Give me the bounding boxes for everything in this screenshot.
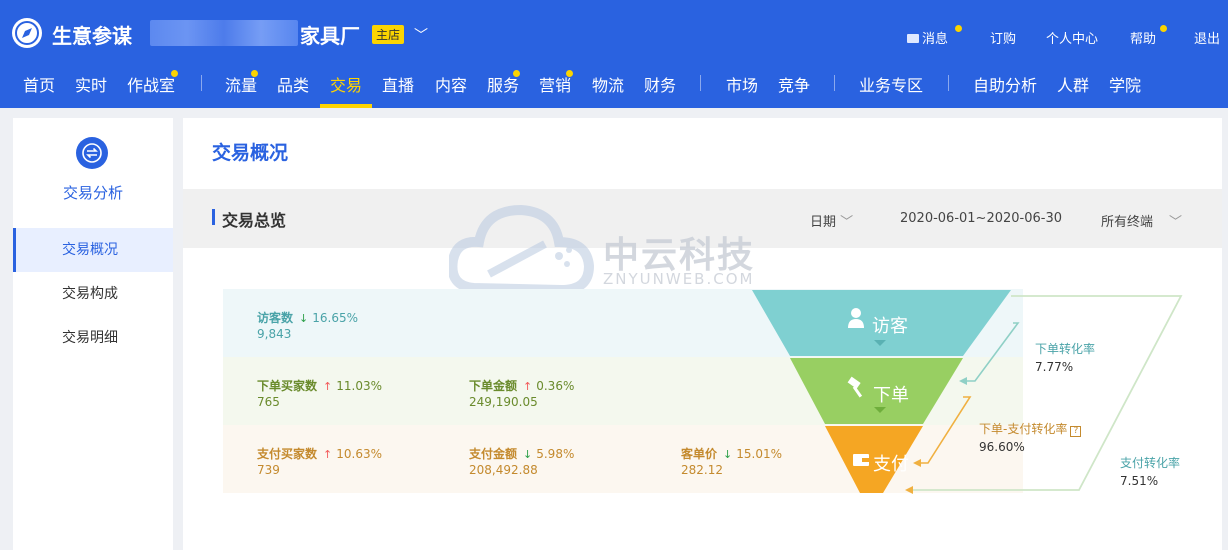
- order-link[interactable]: 订购: [990, 28, 1016, 47]
- pay-conversion-rate: 支付转化率 7.51%: [1120, 456, 1181, 488]
- notification-dot: [251, 70, 258, 77]
- nav-content[interactable]: 内容: [435, 72, 467, 96]
- pay-buyers-metric: 支付买家数 ↑ 10.63% 739: [257, 447, 382, 477]
- order-buyers-value: 765: [257, 395, 280, 409]
- wallet-icon: [853, 454, 869, 466]
- exchange-icon: [76, 137, 108, 169]
- order-amount-value: 249,190.05: [469, 395, 538, 409]
- mail-icon: [907, 34, 919, 43]
- pay-amount-metric: 支付金额 ↓ 5.98% 208,492.88: [469, 447, 575, 477]
- notification-dot: [171, 70, 178, 77]
- page-title: 交易概况: [212, 142, 289, 164]
- nav-audience[interactable]: 人群: [1057, 72, 1089, 96]
- sidebar: 交易分析 交易概况 交易构成 交易明细: [13, 118, 173, 550]
- sidebar-item-trade-composition[interactable]: 交易构成: [13, 272, 173, 316]
- nav-finance[interactable]: 财务: [644, 72, 676, 96]
- sidebar-item-trade-overview[interactable]: 交易概况: [13, 228, 173, 272]
- funnel-label-visitor: 访客: [872, 316, 908, 337]
- chevron-down-icon[interactable]: ﹀: [414, 25, 428, 45]
- visitors-metric: 访客数 ↓ 16.65% 9,843: [257, 311, 358, 341]
- active-nav-indicator: [320, 104, 372, 108]
- nav-war-room[interactable]: 作战室: [127, 72, 175, 96]
- nav-home[interactable]: 首页: [23, 72, 55, 96]
- order-pay-conversion-rate: 下单-支付转化率? 96.60%: [979, 420, 1082, 454]
- order-amount-metric: 下单金额 ↑ 0.36% 249,190.05: [469, 379, 575, 409]
- nav-business-zone[interactable]: 业务专区: [859, 72, 923, 96]
- nav-separator: [700, 75, 701, 91]
- nav-separator: [948, 75, 949, 91]
- arrow-up-icon: ↑: [523, 380, 533, 393]
- nav-trade[interactable]: 交易: [330, 72, 362, 96]
- help-icon[interactable]: ?: [1070, 426, 1082, 437]
- main-panel: 交易概况 交易总览 日期 ﹀ 2020-06-01~2020-06-30 所有终…: [183, 118, 1222, 550]
- notification-dot: [955, 25, 962, 32]
- notification-dot: [566, 70, 573, 77]
- top-bar: 生意参谋 家具厂 主店 ﹀ 消息 订购 个人中心 帮助 退出 首页 实时 作战室…: [0, 0, 1228, 108]
- pay-amount-value: 208,492.88: [469, 463, 538, 477]
- arrow-down-icon: ↓: [523, 448, 533, 461]
- section-title: 交易总览: [222, 211, 287, 230]
- nav-live[interactable]: 直播: [382, 72, 414, 96]
- nav-logistics[interactable]: 物流: [592, 72, 624, 96]
- nav-category[interactable]: 品类: [277, 72, 309, 96]
- chevron-down-icon: ﹀: [836, 215, 854, 230]
- nav-realtime[interactable]: 实时: [75, 72, 107, 96]
- nav-market[interactable]: 市场: [726, 72, 758, 96]
- help-link[interactable]: 帮助: [1130, 28, 1156, 47]
- order-buyers-metric: 下单买家数 ↑ 11.03% 765: [257, 379, 382, 409]
- sidebar-item-trade-details[interactable]: 交易明细: [13, 316, 173, 360]
- arrow-up-icon: ↑: [323, 380, 333, 393]
- gavel-icon: [847, 376, 863, 398]
- nav-academy[interactable]: 学院: [1109, 72, 1141, 96]
- nav-separator: [201, 75, 202, 91]
- nav-competition[interactable]: 竞争: [778, 72, 810, 96]
- order-conversion-rate: 下单转化率 7.77%: [1035, 342, 1096, 374]
- app-name[interactable]: 生意参谋: [52, 20, 132, 49]
- arrow-down-icon: ↓: [299, 312, 309, 325]
- compass-logo-icon[interactable]: [12, 18, 42, 48]
- logout-link[interactable]: 退出: [1194, 28, 1220, 47]
- arrow-down-icon: ↓: [723, 448, 733, 461]
- nav-self-analysis[interactable]: 自助分析: [973, 72, 1037, 96]
- visitors-value: 9,843: [257, 327, 292, 341]
- messages-link[interactable]: 消息: [907, 28, 948, 47]
- notification-dot: [513, 70, 520, 77]
- date-type-select[interactable]: 日期 ﹀: [810, 211, 853, 230]
- user-icon: [848, 308, 864, 328]
- funnel-label-pay: 支付: [873, 454, 909, 475]
- chevron-down-icon: ﹀: [1169, 215, 1183, 230]
- shop-name[interactable]: 家具厂: [300, 20, 360, 49]
- notification-dot: [1160, 25, 1167, 32]
- watermark-subtext: ZNYUNWEB.COM: [603, 270, 755, 288]
- sidebar-title: 交易分析: [62, 184, 123, 202]
- nav-separator: [834, 75, 835, 91]
- date-range[interactable]: 2020-06-01~2020-06-30: [900, 211, 1062, 226]
- blurred-shop-name: [150, 20, 298, 46]
- pay-buyers-value: 739: [257, 463, 280, 477]
- avg-price-value: 282.12: [681, 463, 723, 477]
- personal-center-link[interactable]: 个人中心: [1046, 28, 1098, 47]
- funnel-label-order: 下单: [873, 385, 909, 406]
- arrow-up-icon: ↑: [323, 448, 333, 461]
- terminal-select[interactable]: 所有终端 ﹀: [1101, 211, 1182, 230]
- section-marker: [212, 209, 215, 225]
- main-shop-badge: 主店: [372, 25, 405, 44]
